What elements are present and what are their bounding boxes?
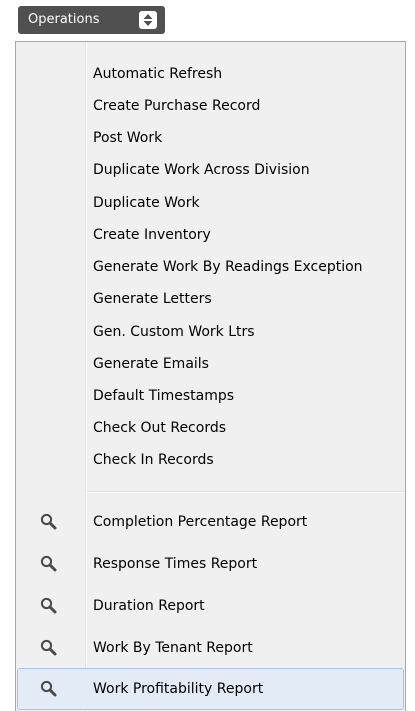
menu-item-default-timestamps[interactable]: Default Timestamps <box>17 380 404 412</box>
menu-item-duration-report[interactable]: Duration Report <box>17 585 404 627</box>
magnifier-icon <box>39 638 59 658</box>
menu-item-work-profitability-report[interactable]: Work Profitability Report <box>17 668 404 710</box>
menu-item-label: Gen. Custom Work Ltrs <box>93 324 255 340</box>
operations-menu: Automatic Refresh Create Purchase Record… <box>15 41 406 711</box>
menu-item-label: Duration Report <box>93 598 205 614</box>
menu-item-label: Work By Tenant Report <box>93 640 253 656</box>
menu-item-generate-emails[interactable]: Generate Emails <box>17 348 404 380</box>
menu-item-generate-letters[interactable]: Generate Letters <box>17 283 404 315</box>
magnifier-icon <box>39 554 59 574</box>
menu-separator <box>87 491 403 493</box>
menu-item-create-purchase-record[interactable]: Create Purchase Record <box>17 90 404 122</box>
menu-item-duplicate-work[interactable]: Duplicate Work <box>17 187 404 219</box>
menu-item-check-in-records[interactable]: Check In Records <box>17 444 404 476</box>
operations-dropdown-button[interactable]: Operations <box>18 6 165 34</box>
menu-item-label: Create Inventory <box>93 227 211 243</box>
menu-item-response-times-report[interactable]: Response Times Report <box>17 543 404 585</box>
menu-item-label: Response Times Report <box>93 556 258 572</box>
menu-item-label: Duplicate Work <box>93 195 200 211</box>
menu-item-work-by-tenant-report[interactable]: Work By Tenant Report <box>17 627 404 669</box>
menu-item-completion-percentage-report[interactable]: Completion Percentage Report <box>17 501 404 543</box>
updown-arrows-icon <box>139 11 157 29</box>
menu-item-label: Check Out Records <box>93 420 227 436</box>
menu-item-create-inventory[interactable]: Create Inventory <box>17 219 404 251</box>
menu-item-automatic-refresh[interactable]: Automatic Refresh <box>17 58 404 90</box>
magnifier-icon <box>39 512 59 532</box>
menu-item-gen-custom-work-ltrs[interactable]: Gen. Custom Work Ltrs <box>17 316 404 348</box>
menu-item-label: Completion Percentage Report <box>93 514 308 530</box>
menu-item-label: Create Purchase Record <box>93 98 261 114</box>
menu-item-label: Check In Records <box>93 452 214 468</box>
menu-item-label: Post Work <box>93 130 163 146</box>
operations-button-label: Operations <box>28 12 100 27</box>
menu-item-label: Generate Work By Readings Exception <box>93 259 363 275</box>
menu-item-label: Automatic Refresh <box>93 66 223 82</box>
menu-item-generate-work-by-readings-exception[interactable]: Generate Work By Readings Exception <box>17 251 404 283</box>
magnifier-icon <box>39 679 59 699</box>
magnifier-icon <box>39 596 59 616</box>
menu-item-post-work[interactable]: Post Work <box>17 122 404 154</box>
menu-item-label: Default Timestamps <box>93 388 235 404</box>
menu-item-label: Duplicate Work Across Division <box>93 162 310 178</box>
menu-item-label: Generate Letters <box>93 291 212 307</box>
menu-item-duplicate-work-across-division[interactable]: Duplicate Work Across Division <box>17 154 404 186</box>
menu-item-label: Work Profitability Report <box>93 681 264 697</box>
menu-item-check-out-records[interactable]: Check Out Records <box>17 412 404 444</box>
menu-item-label: Generate Emails <box>93 356 209 372</box>
